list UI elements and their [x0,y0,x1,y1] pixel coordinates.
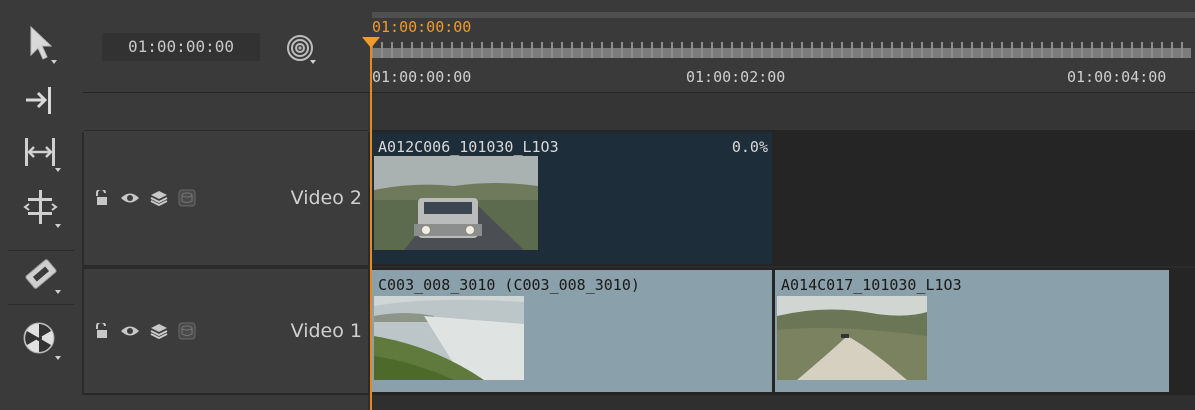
tool-separator [8,250,74,251]
trim-tool-button[interactable] [0,130,82,174]
lock-icon[interactable] [94,190,110,206]
playhead-timecode: 01:00:00:00 [372,18,472,36]
database-icon[interactable] [178,321,196,341]
track-header-video-1[interactable]: Video 1 [84,268,368,394]
vertical-trim-tool-button[interactable] [0,186,82,230]
playhead[interactable] [370,38,372,410]
timecode-field[interactable]: 01:00:00:00 [102,33,260,61]
clip-video-1-a014c017[interactable]: A014C017_101030_L1O3 [775,270,1169,392]
playhead-marker-icon[interactable] [362,37,380,49]
clip-title: C003_008_3010 (C003_008_3010) [378,276,640,294]
radioactive-tool-button[interactable] [0,318,82,362]
timeline-header: 01:00:00:00 [82,0,368,92]
timeline-footer [368,394,1195,410]
clip-progress: 0.0% [731,138,768,156]
timeline-ruler[interactable]: 01:00:00:00 01:00:02:00 01:00:04:00 [368,0,1195,92]
clip-video-1-c003[interactable]: C003_008_3010 (C003_008_3010) [372,270,772,392]
timeline-spacer-lane [368,92,1195,132]
arrow-pointer-icon [30,25,57,64]
target-icon[interactable] [285,33,317,69]
slip-tool-button[interactable] [0,78,82,122]
layers-icon[interactable] [150,190,168,206]
clip-thumbnail [374,156,538,250]
ruler-label: 01:00:04:00 [1067,68,1167,86]
layers-icon[interactable] [150,323,168,339]
track-header-video-2[interactable]: Video 2 [84,130,368,266]
eye-icon[interactable] [120,191,140,205]
horizontal-stretch-icon [25,138,61,172]
clip-video-2-a012c006[interactable]: A012C006_101030_L1O3 0.0% [372,132,772,264]
clip-title: A012C006_101030_L1O3 [378,138,559,156]
razor-blade-icon [25,259,61,294]
arrow-to-line-icon [26,87,51,114]
ruler-scroll-strip[interactable] [372,12,1195,18]
lock-icon[interactable] [94,323,110,339]
radioactive-icon [23,322,61,360]
clip-thumbnail [777,296,927,380]
select-tool-button[interactable] [0,22,82,66]
razor-tool-button[interactable] [0,252,82,296]
ruler-ticks [371,42,1191,58]
vertical-trim-icon [23,190,61,228]
track-header-spacer [82,92,368,132]
clip-thumbnail [374,296,524,380]
eye-icon[interactable] [120,324,140,338]
clip-title: A014C017_101030_L1O3 [781,276,962,294]
track-name: Video 1 [290,320,362,342]
tool-palette [0,0,82,410]
ruler-label: 01:00:00:00 [372,68,472,86]
database-icon[interactable] [178,188,196,208]
track-name: Video 2 [290,187,362,209]
ruler-label: 01:00:02:00 [686,68,786,86]
tool-separator [8,304,74,305]
track-header-footer [82,394,368,410]
